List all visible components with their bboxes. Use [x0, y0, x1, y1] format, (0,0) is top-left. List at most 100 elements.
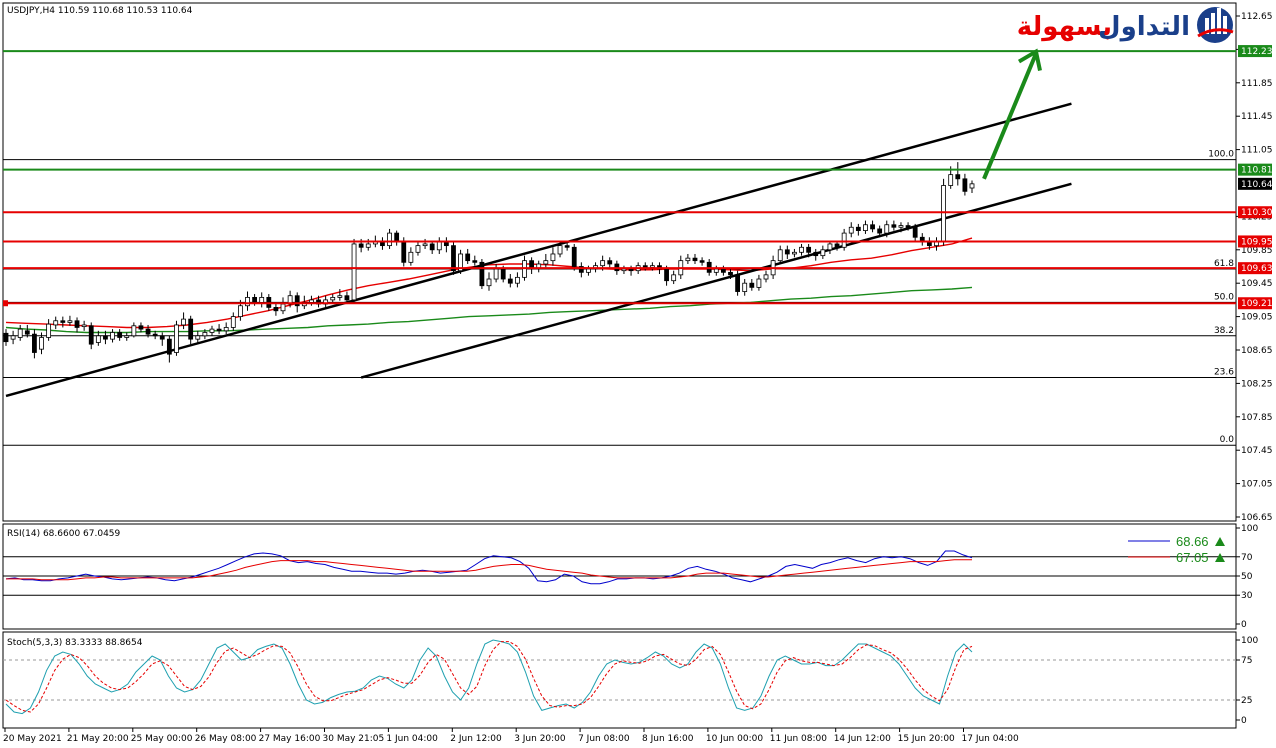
candle-body [53, 320, 59, 326]
main-chart-frame [2, 2, 1237, 522]
candle-body [564, 245, 570, 248]
price-axis-label: 107.05 [1241, 480, 1273, 490]
candle-body [841, 232, 847, 248]
candle-body [941, 185, 946, 242]
candle-body [799, 246, 804, 253]
time-axis-label: 14 Jun 12:00 [834, 734, 891, 744]
candle-body [763, 274, 769, 280]
candle-body [884, 224, 890, 234]
candle-body [67, 320, 73, 323]
fib-level-label: 0.0 [1220, 435, 1235, 445]
candle-body [436, 241, 442, 251]
candle-body [394, 232, 400, 242]
candle-body [621, 268, 627, 272]
time-axis-label: 2 Jun 12:00 [450, 734, 502, 744]
price-axis-label: 111.45 [1241, 112, 1273, 122]
candle-body [969, 183, 975, 189]
candle-body [600, 260, 606, 267]
logo-chart-icon [1197, 7, 1234, 43]
logo-text-blue: التداول [1098, 12, 1190, 42]
candle-body [17, 328, 23, 338]
candle [571, 243, 577, 271]
candle [174, 320, 179, 356]
candle-body [337, 295, 343, 298]
candle-body [664, 268, 669, 282]
candle-body [223, 327, 229, 332]
level-price-label: 110.30 [1241, 208, 1273, 218]
level-price-label: 109.21 [1241, 299, 1273, 309]
time-axis-label: 11 Jun 08:00 [770, 734, 827, 744]
candle-body [138, 325, 144, 330]
symbol-header: USDJPY,H4 110.59 110.68 110.53 110.64 [7, 6, 193, 16]
candle-body [280, 303, 286, 312]
candle-body [401, 241, 407, 263]
candle-body [216, 328, 222, 332]
candle-body [387, 232, 392, 247]
candle-body [74, 320, 80, 328]
candle-body [209, 328, 215, 333]
level-price-label: 109.63 [1241, 264, 1273, 274]
candle-body [95, 335, 101, 343]
candle-body [358, 243, 364, 248]
candle-body [159, 335, 165, 340]
osc-axis-label: 100 [1241, 524, 1258, 534]
candle-body [507, 278, 513, 284]
time-axis-label: 25 May 00:00 [131, 734, 193, 744]
candle-body [415, 245, 421, 253]
candle-body [891, 224, 897, 228]
candle-body [571, 246, 577, 267]
osc-axis-label: 30 [1241, 591, 1253, 601]
candle-body [855, 226, 861, 231]
candle-body [181, 318, 186, 326]
osc-axis-label: 0 [1241, 716, 1247, 726]
fib-level-label: 23.6 [1214, 368, 1234, 378]
candle-body [515, 276, 520, 284]
candle-body [898, 225, 904, 228]
candle-body [905, 225, 911, 228]
osc-axis-label: 70 [1241, 553, 1253, 563]
candle-body [451, 245, 456, 272]
candle-body [735, 274, 741, 292]
candle-body [948, 174, 954, 186]
candle-body [870, 224, 875, 230]
time-axis-label: 30 May 21:05 [323, 734, 385, 744]
price-axis-label: 109.05 [1241, 313, 1273, 323]
candle [351, 238, 357, 303]
candle-body [202, 332, 208, 337]
candle-body [152, 333, 158, 337]
candle-body [174, 324, 179, 353]
price-axis-label: 106.65 [1241, 513, 1273, 523]
candle-body [671, 274, 677, 282]
candle-body [628, 268, 634, 272]
candle-body [422, 243, 428, 247]
candle-body [692, 257, 698, 262]
candle-body [237, 305, 243, 317]
candle-body [749, 282, 755, 288]
candle-body [245, 296, 250, 307]
candle-body [472, 260, 478, 263]
candle-body [166, 338, 172, 355]
candle-body [252, 296, 258, 303]
candle-body [863, 224, 868, 231]
time-axis-label: 21 May 20:00 [67, 734, 129, 744]
candle-body [756, 278, 762, 288]
fib-level-label: 50.0 [1214, 292, 1234, 302]
candle-body [728, 271, 733, 276]
level-price-label: 110.81 [1241, 166, 1273, 176]
time-axis-label: 3 Jun 20:00 [514, 734, 566, 744]
candle-body [39, 337, 44, 350]
time-axis-label: 27 May 16:00 [259, 734, 321, 744]
level-left-marker [3, 300, 8, 307]
price-axis-label: 109.45 [1241, 279, 1273, 289]
current-price-label: 110.64 [1241, 180, 1273, 190]
candle-body [493, 268, 499, 280]
stoch-panel-frame [2, 631, 1237, 729]
candle-body [877, 228, 883, 234]
candle-body [784, 249, 790, 255]
candle-body [124, 335, 130, 338]
time-axis-label: 17 Jun 04:00 [962, 734, 1019, 744]
time-axis-label: 10 Jun 00:00 [706, 734, 763, 744]
candle-body [81, 324, 87, 328]
candle-body [962, 178, 968, 192]
candle [479, 258, 485, 290]
